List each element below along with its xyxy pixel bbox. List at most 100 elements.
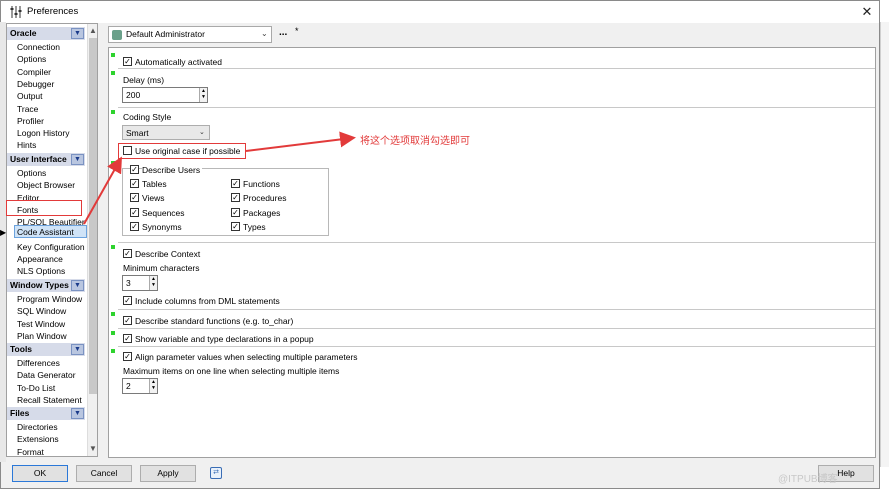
- close-icon[interactable]: ✕: [859, 4, 875, 20]
- describe-std-checkbox[interactable]: ✓: [123, 316, 132, 325]
- sidebar-item[interactable]: Plan Window: [17, 331, 67, 341]
- sidebar-item[interactable]: Connection: [17, 42, 60, 52]
- more-button[interactable]: ...: [279, 27, 287, 38]
- describe-users-option-checkbox[interactable]: ✓: [231, 207, 240, 217]
- section-marker: [111, 53, 115, 57]
- describe-context-checkbox[interactable]: ✓: [123, 249, 132, 258]
- describe-users-option-label: Tables: [142, 179, 167, 189]
- settings-panel: [108, 47, 876, 458]
- sidebar-item[interactable]: Profiler: [17, 116, 44, 126]
- scroll-up-icon[interactable]: ▲: [89, 26, 97, 35]
- cancel-button[interactable]: Cancel: [76, 465, 132, 482]
- chevron-down-icon[interactable]: ▼: [71, 280, 84, 291]
- section-marker: [111, 312, 115, 316]
- sidebar-group[interactable]: Files ▼: [7, 407, 85, 420]
- sidebar-item-code-assistant[interactable]: Code Assistant: [14, 225, 87, 238]
- profile-select[interactable]: Default Administrator ⌄: [108, 26, 272, 43]
- sidebar-item[interactable]: Recall Statement: [17, 395, 82, 405]
- scroll-down-icon[interactable]: ▼: [89, 444, 97, 453]
- sidebar-item[interactable]: Hints: [17, 140, 36, 150]
- max-items-label: Maximum items on one line when selecting…: [123, 366, 340, 376]
- describe-users-option-label: Procedures: [243, 193, 287, 204]
- window-title: Preferences: [27, 6, 79, 17]
- min-chars-label: Minimum characters: [123, 263, 200, 273]
- export-icon[interactable]: ⇄: [210, 467, 222, 479]
- describe-users-checkbox[interactable]: ✓: [130, 165, 139, 174]
- describe-std-label: Describe standard functions (e.g. to_cha…: [135, 316, 294, 326]
- describe-users-option-checkbox[interactable]: ✓: [130, 207, 139, 217]
- sidebar-group[interactable]: Window Types ▼: [7, 279, 85, 292]
- sidebar-item[interactable]: Object Browser: [17, 180, 75, 190]
- divider: [118, 346, 875, 347]
- ok-button[interactable]: OK: [12, 465, 68, 482]
- sidebar-item[interactable]: NLS Options: [17, 266, 65, 276]
- use-original-case-checkbox[interactable]: [123, 146, 132, 155]
- describe-users-option-checkbox[interactable]: ✓: [231, 221, 240, 231]
- sidebar-item[interactable]: Directories: [17, 422, 58, 432]
- align-params-checkbox[interactable]: ✓: [123, 352, 132, 361]
- include-dml-label: Include columns from DML statements: [135, 296, 280, 306]
- divider: [118, 68, 875, 69]
- sidebar-item[interactable]: Program Window: [17, 294, 82, 304]
- watermark: @ITPUB博客: [778, 474, 838, 485]
- sidebar-scrollbar[interactable]: ▲ ▼: [87, 24, 97, 456]
- coding-style-select[interactable]: Smart ⌄: [122, 125, 210, 140]
- sidebar-item[interactable]: Data Generator: [17, 370, 76, 380]
- chevron-down-icon[interactable]: ▼: [71, 154, 84, 165]
- sidebar-group[interactable]: User Interface ▼: [7, 153, 85, 166]
- delay-label: Delay (ms): [123, 75, 165, 85]
- divider: [118, 107, 875, 108]
- chevron-down-icon[interactable]: ▼: [71, 28, 84, 39]
- min-chars-spinner[interactable]: ▲ ▼: [149, 276, 157, 290]
- describe-users-option-checkbox[interactable]: ✓: [130, 179, 139, 188]
- chevron-down-icon[interactable]: ▼: [71, 408, 84, 419]
- describe-users-option-checkbox[interactable]: ✓: [130, 221, 139, 231]
- apply-button[interactable]: Apply: [140, 465, 196, 482]
- sidebar-item[interactable]: Format: [17, 447, 44, 456]
- sidebar-item[interactable]: Key Configuration: [17, 242, 85, 252]
- sidebar-item[interactable]: Options: [17, 54, 46, 64]
- auto-activated-label: Automatically activated: [135, 57, 222, 67]
- describe-users-option-checkbox[interactable]: ✓: [130, 193, 139, 203]
- section-marker: [111, 71, 115, 75]
- include-dml-checkbox[interactable]: ✓: [123, 296, 132, 305]
- describe-users-label: Describe Users: [142, 165, 203, 175]
- describe-users-option-label: Views: [142, 193, 165, 204]
- sidebar-item[interactable]: Debugger: [17, 79, 54, 89]
- sidebar-item[interactable]: Options: [17, 168, 46, 178]
- delay-input[interactable]: 200: [122, 87, 208, 103]
- max-items-spinner[interactable]: ▲ ▼: [149, 379, 157, 393]
- sidebar-item[interactable]: To-Do List: [17, 383, 55, 393]
- chevron-down-icon[interactable]: ▼: [71, 344, 84, 355]
- sidebar-item[interactable]: Output: [17, 91, 43, 101]
- sidebar-item[interactable]: Trace: [17, 104, 38, 114]
- section-marker: [111, 161, 115, 165]
- sidebar-item[interactable]: Differences: [17, 358, 60, 368]
- sidebar-item[interactable]: Extensions: [17, 434, 59, 444]
- divider: [118, 309, 875, 310]
- describe-users-option-label: Sequences: [142, 207, 185, 218]
- use-original-case-label: Use original case if possible: [135, 146, 241, 156]
- profile-icon: [112, 30, 122, 40]
- delay-spinner[interactable]: ▲ ▼: [199, 88, 207, 102]
- describe-users-option-checkbox[interactable]: ✓: [231, 193, 240, 203]
- sidebar-group[interactable]: Oracle ▼: [7, 27, 85, 40]
- show-var-checkbox[interactable]: ✓: [123, 334, 132, 343]
- sidebar-item[interactable]: SQL Window: [17, 306, 66, 316]
- sidebar-group[interactable]: Tools ▼: [7, 343, 85, 356]
- annotation-note: 将这个选项取消勾选即可: [360, 136, 470, 147]
- divider: [118, 242, 875, 243]
- chevron-down-icon: ⌄: [199, 129, 205, 136]
- section-marker: [111, 331, 115, 335]
- annotation-highlight-sidebar: [6, 200, 82, 216]
- auto-activated-checkbox[interactable]: ✓: [123, 57, 132, 66]
- sidebar-item[interactable]: Logon History: [17, 128, 69, 138]
- sidebar-item[interactable]: Appearance: [17, 254, 63, 264]
- describe-context-label: Describe Context: [135, 249, 201, 259]
- category-tree: Oracle ▼ Connection Options Compiler Debugger…: [6, 23, 98, 457]
- describe-users-option-checkbox[interactable]: ✓: [231, 179, 240, 188]
- section-marker: [111, 110, 115, 114]
- sidebar-item[interactable]: Compiler: [17, 67, 51, 77]
- scroll-thumb[interactable]: [89, 38, 97, 394]
- sidebar-item[interactable]: Test Window: [17, 319, 65, 329]
